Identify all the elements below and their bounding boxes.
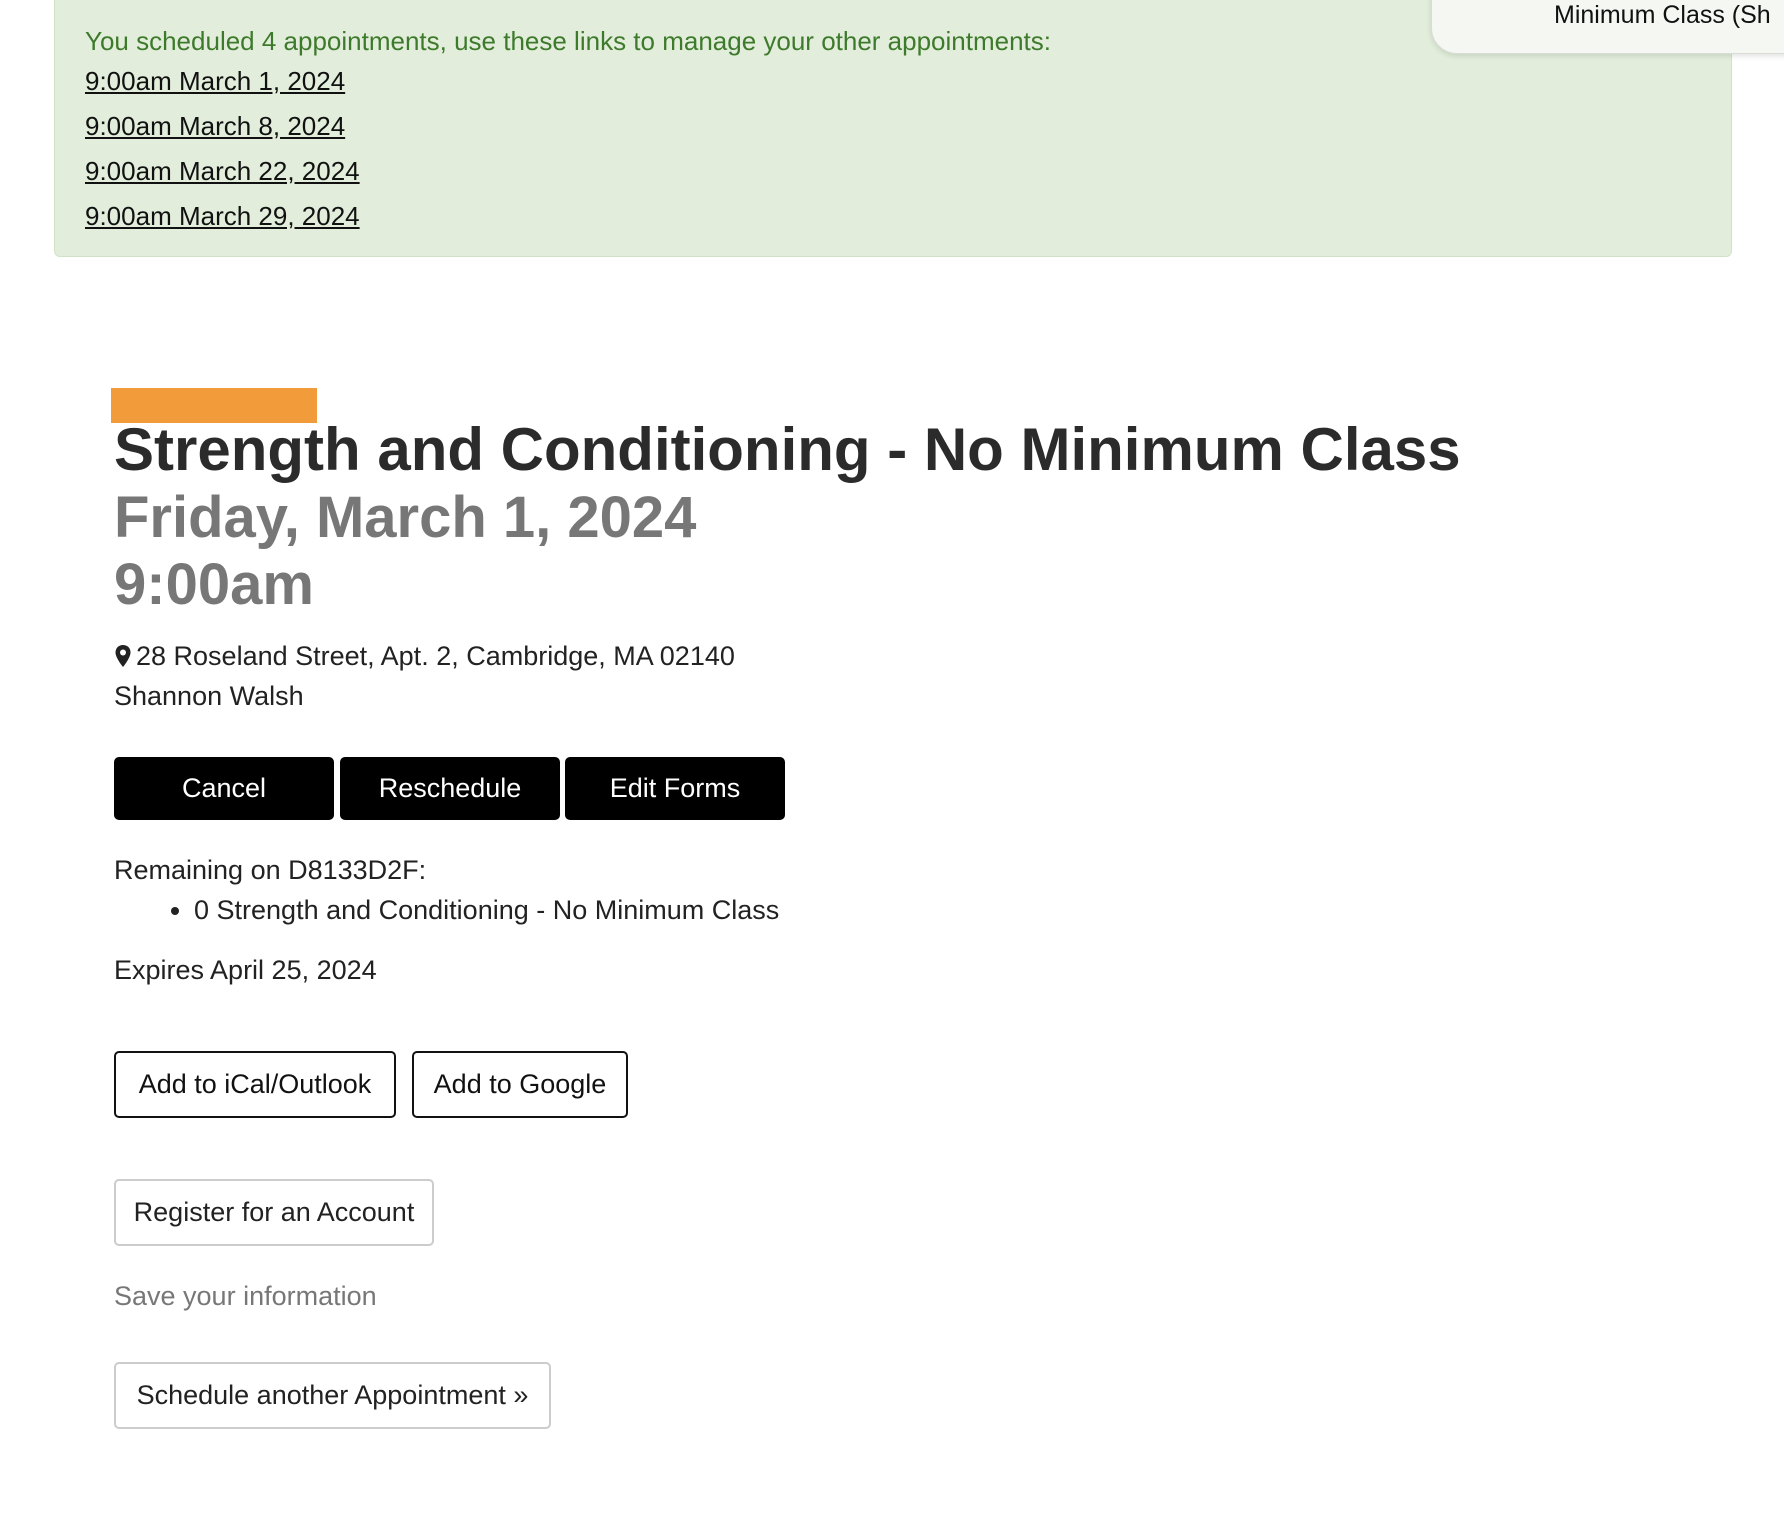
package-expiry: Expires April 25, 2024 xyxy=(114,955,377,985)
schedule-another-button[interactable]: Schedule another Appointment » xyxy=(114,1362,551,1429)
appointment-links: 9:00am March 1, 2024 9:00am March 8, 202… xyxy=(85,61,1701,241)
location-text: 28 Roseland Street, Apt. 2, Cambridge, M… xyxy=(136,641,735,671)
confirmation-page: You scheduled 4 appointments, use these … xyxy=(0,0,1784,1526)
appointment-link[interactable]: 9:00am March 8, 2024 xyxy=(85,111,345,141)
appointment-link[interactable]: 9:00am March 1, 2024 xyxy=(85,66,345,96)
package-items-list: 0 Strength and Conditioning - No Minimum… xyxy=(114,890,779,930)
list-item: 9:00am March 22, 2024 xyxy=(85,151,1701,196)
list-item: 0 Strength and Conditioning - No Minimum… xyxy=(194,890,779,930)
cancel-button[interactable]: Cancel xyxy=(114,757,334,820)
event-date: Friday, March 1, 2024 xyxy=(114,485,697,550)
list-item: 9:00am March 29, 2024 xyxy=(85,196,1701,241)
add-to-ical-button[interactable]: Add to iCal/Outlook xyxy=(114,1051,396,1118)
appointment-link[interactable]: 9:00am March 29, 2024 xyxy=(85,201,360,231)
instructor-name: Shannon Walsh xyxy=(114,681,304,711)
save-info-text: Save your information xyxy=(114,1281,377,1311)
event-title: Strength and Conditioning - No Minimum C… xyxy=(114,416,1461,483)
package-remaining-label: Remaining on D8133D2F: xyxy=(114,855,427,885)
add-to-google-button[interactable]: Add to Google xyxy=(412,1051,628,1118)
list-item: 9:00am March 1, 2024 xyxy=(85,61,1701,106)
notification-popup[interactable]: Minimum Class (Sh xyxy=(1431,0,1784,54)
event-location: 28 Roseland Street, Apt. 2, Cambridge, M… xyxy=(114,636,735,676)
map-pin-icon xyxy=(114,639,132,667)
register-account-button[interactable]: Register for an Account xyxy=(114,1179,434,1246)
appointment-link[interactable]: 9:00am March 22, 2024 xyxy=(85,156,360,186)
reschedule-button[interactable]: Reschedule xyxy=(340,757,560,820)
edit-forms-button[interactable]: Edit Forms xyxy=(565,757,785,820)
list-item: 9:00am March 8, 2024 xyxy=(85,106,1701,151)
event-time: 9:00am xyxy=(114,552,314,617)
notification-text: Minimum Class (Sh xyxy=(1554,1,1771,29)
